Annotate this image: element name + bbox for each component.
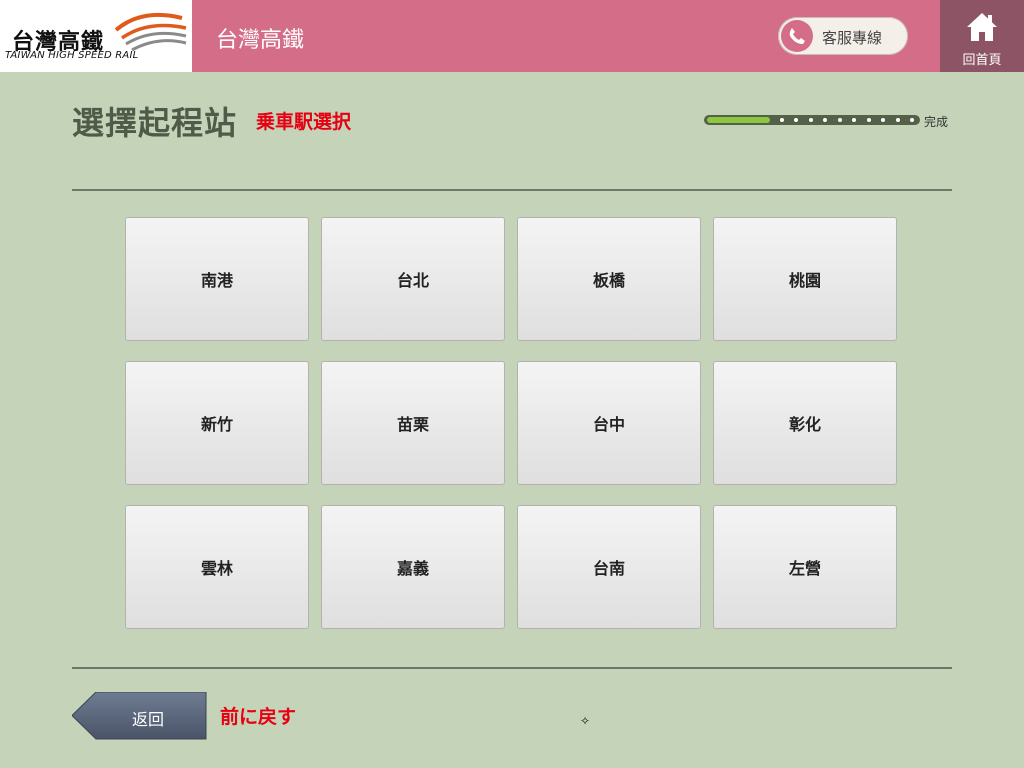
progress-step-dot: [809, 118, 813, 122]
station-button[interactable]: 彰化: [713, 361, 897, 485]
station-button[interactable]: 桃園: [713, 217, 897, 341]
station-button[interactable]: 台北: [321, 217, 505, 341]
top-bar: 台灣高鐵 TAIWAN HIGH SPEED RAIL 台灣高鐵 客服專線 回首…: [0, 0, 1024, 72]
station-button[interactable]: 台中: [517, 361, 701, 485]
station-button[interactable]: 雲林: [125, 505, 309, 629]
progress-end-label: 完成: [924, 115, 949, 129]
customer-service-button[interactable]: 客服專線: [778, 17, 908, 55]
progress-step-dot: [852, 118, 856, 122]
customer-service-label: 客服專線: [822, 29, 883, 47]
progress-step-dot: [823, 118, 827, 122]
progress-step-dot: [881, 118, 885, 122]
station-button[interactable]: 苗栗: [321, 361, 505, 485]
phone-icon: [781, 20, 813, 52]
progress-step-dot: [896, 118, 900, 122]
progress-step-dot: [794, 118, 798, 122]
home-button[interactable]: 回首頁: [940, 0, 1024, 72]
bottom-divider: [72, 667, 952, 669]
station-button[interactable]: 南港: [125, 217, 309, 341]
station-button[interactable]: 新竹: [125, 361, 309, 485]
home-label: 回首頁: [962, 53, 1002, 68]
progress-step-dot: [910, 118, 914, 122]
home-icon: [967, 13, 997, 41]
thsr-logo: 台灣高鐵 TAIWAN HIGH SPEED RAIL: [0, 0, 192, 72]
cursor-icon: ✧: [580, 714, 591, 728]
progress-fill: [707, 117, 770, 123]
back-button[interactable]: 返回: [72, 692, 208, 740]
back-label: 返回: [131, 710, 164, 729]
back-hint-japanese: 前に戻す: [220, 706, 297, 728]
station-button[interactable]: 台南: [517, 505, 701, 629]
logo-english-text: TAIWAN HIGH SPEED RAIL: [5, 50, 139, 61]
page-title: 選擇起程站: [72, 104, 238, 142]
page-subtitle-japanese: 乗車駅選択: [256, 111, 352, 133]
station-button[interactable]: 嘉義: [321, 505, 505, 629]
progress-step-dot: [867, 118, 871, 122]
header-title: 台灣高鐵: [216, 28, 305, 53]
progress-step-dot: [838, 118, 842, 122]
logo-swoosh-icon: [114, 12, 187, 52]
top-divider: [72, 189, 952, 191]
progress-step-dot: [780, 118, 784, 122]
station-button[interactable]: 板橋: [517, 217, 701, 341]
station-button[interactable]: 左營: [713, 505, 897, 629]
progress-bar: [704, 115, 920, 125]
